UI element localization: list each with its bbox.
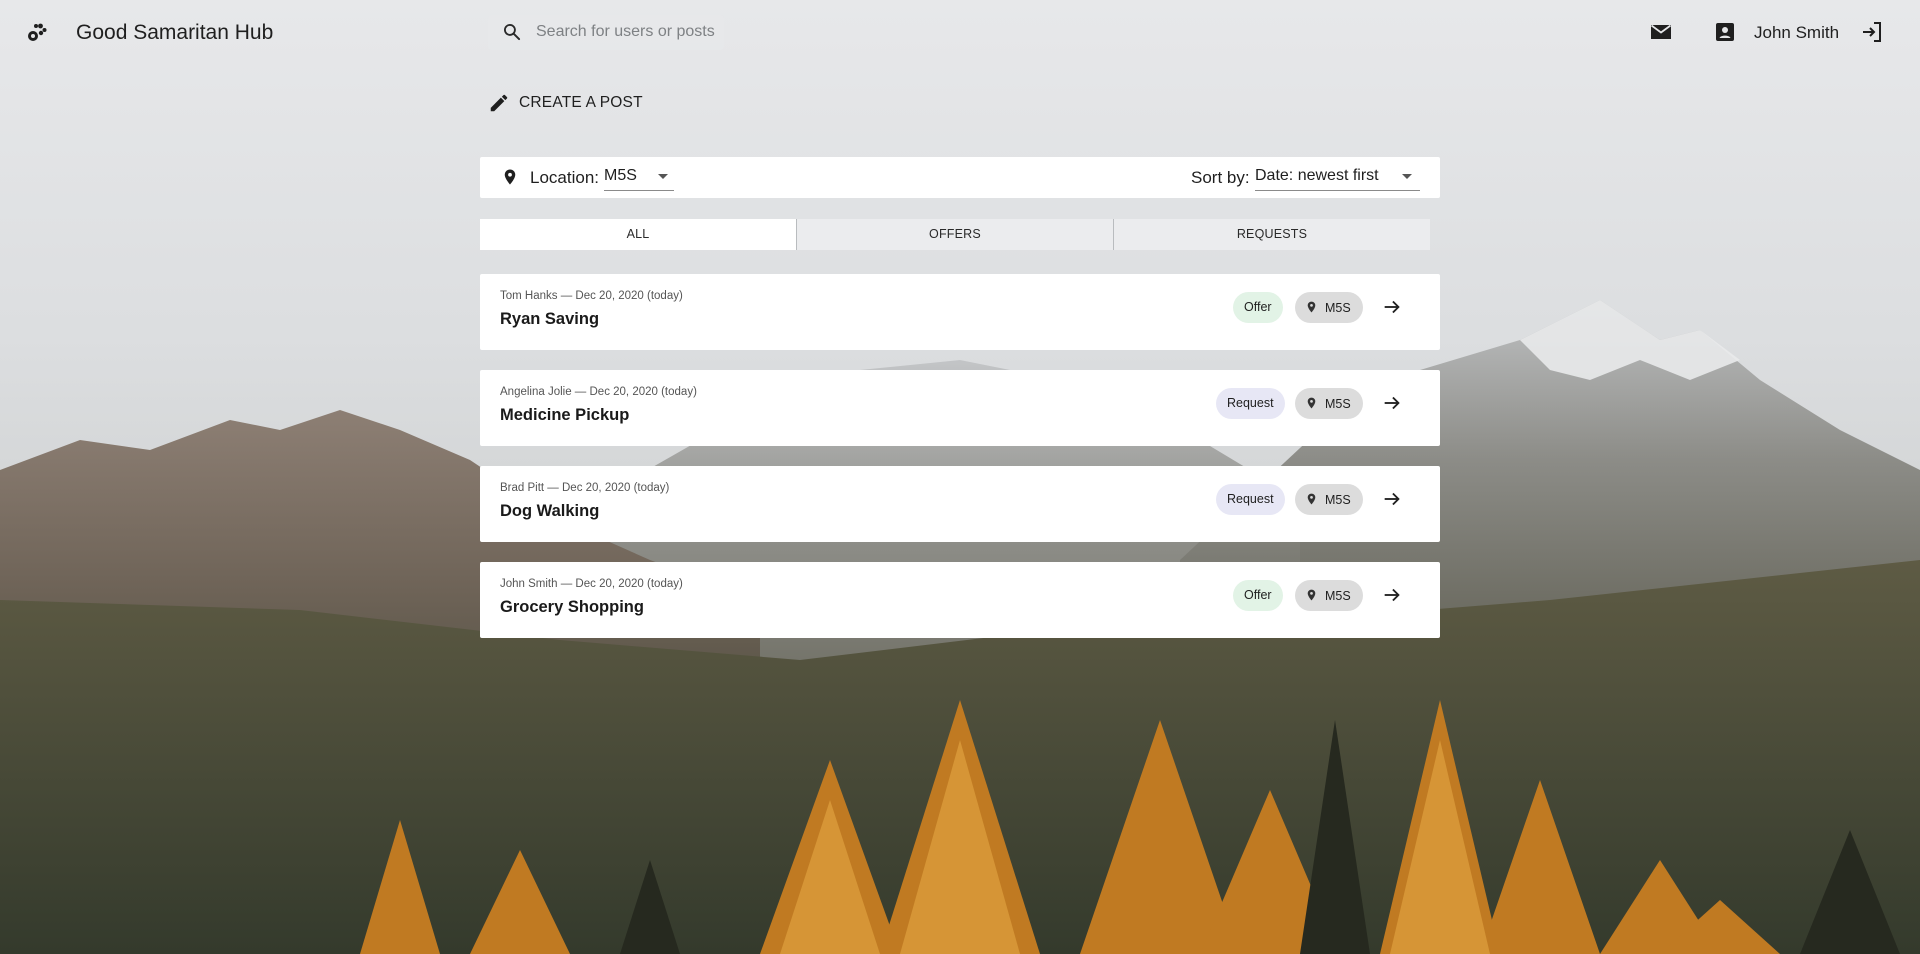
location-select[interactable]: M5S <box>604 162 674 191</box>
post-title[interactable]: Medicine Pickup <box>500 406 629 425</box>
post-type-badge: Request <box>1216 484 1285 515</box>
arrow-right-icon[interactable] <box>1381 488 1403 510</box>
search-box[interactable] <box>488 15 724 50</box>
post-meta: Angelina Jolie — Dec 20, 2020 (today) <box>500 386 697 398</box>
account-box-icon[interactable] <box>1713 20 1737 44</box>
post-location-badge: M5S <box>1295 484 1363 515</box>
search-input[interactable] <box>536 21 716 43</box>
post-title[interactable]: Ryan Saving <box>500 310 599 329</box>
app-root: Good Samaritan Hub John Smith <box>0 0 1920 954</box>
post-location-badge: M5S <box>1295 388 1363 419</box>
post-type-badge: Offer <box>1233 292 1283 323</box>
post-meta: Brad Pitt — Dec 20, 2020 (today) <box>500 482 670 494</box>
map-pin-icon <box>1307 493 1316 505</box>
paw-group-logo-icon[interactable] <box>24 20 48 44</box>
post-title[interactable]: Dog Walking <box>500 502 599 521</box>
sort-label: Sort by: <box>1191 168 1250 187</box>
sort-select[interactable]: Date: newest first <box>1255 162 1420 191</box>
tab-all[interactable]: ALL <box>480 219 797 250</box>
post-type-badge: Request <box>1216 388 1285 419</box>
post-location-text: M5S <box>1325 493 1351 507</box>
user-name[interactable]: John Smith <box>1754 23 1839 43</box>
post-location-badge: M5S <box>1295 580 1363 611</box>
post-location-text: M5S <box>1325 301 1351 315</box>
post-meta: Tom Hanks — Dec 20, 2020 (today) <box>500 290 683 302</box>
chevron-down-icon <box>658 174 668 179</box>
filter-bar: Location: M5S Sort by: Date: newest firs… <box>480 157 1440 198</box>
post-card[interactable]: John Smith — Dec 20, 2020 (today) Grocer… <box>480 562 1440 638</box>
tab-offers[interactable]: OFFERS <box>797 219 1114 250</box>
tab-requests[interactable]: REQUESTS <box>1114 219 1430 250</box>
post-type-badge: Offer <box>1233 580 1283 611</box>
post-location-text: M5S <box>1325 397 1351 411</box>
location-select-value: M5S <box>604 167 637 184</box>
arrow-right-icon[interactable] <box>1381 296 1403 318</box>
map-pin-icon <box>504 169 516 185</box>
search-icon <box>504 24 521 41</box>
create-post-label: CREATE A POST <box>519 94 643 111</box>
arrow-right-icon[interactable] <box>1381 584 1403 606</box>
app-title: Good Samaritan Hub <box>76 21 274 44</box>
chevron-down-icon <box>1402 174 1412 179</box>
location-label: Location: <box>530 168 599 187</box>
post-list: Tom Hanks — Dec 20, 2020 (today) Ryan Sa… <box>480 274 1440 658</box>
sort-select-value: Date: newest first <box>1255 167 1379 184</box>
pencil-icon <box>490 94 508 112</box>
post-card[interactable]: Brad Pitt — Dec 20, 2020 (today) Dog Wal… <box>480 466 1440 542</box>
post-card[interactable]: Angelina Jolie — Dec 20, 2020 (today) Me… <box>480 370 1440 446</box>
top-app-bar: Good Samaritan Hub John Smith <box>0 0 1920 66</box>
post-meta: John Smith — Dec 20, 2020 (today) <box>500 578 683 590</box>
create-post-button[interactable]: CREATE A POST <box>488 90 643 116</box>
post-title[interactable]: Grocery Shopping <box>500 598 644 617</box>
arrow-right-icon[interactable] <box>1381 392 1403 414</box>
post-card[interactable]: Tom Hanks — Dec 20, 2020 (today) Ryan Sa… <box>480 274 1440 350</box>
post-location-text: M5S <box>1325 589 1351 603</box>
logout-icon[interactable] <box>1860 20 1884 44</box>
map-pin-icon <box>1307 301 1316 313</box>
post-location-badge: M5S <box>1295 292 1363 323</box>
map-pin-icon <box>1307 397 1316 409</box>
mail-icon[interactable] <box>1649 20 1673 44</box>
map-pin-icon <box>1307 589 1316 601</box>
post-filter-tabs: ALL OFFERS REQUESTS <box>480 219 1430 250</box>
